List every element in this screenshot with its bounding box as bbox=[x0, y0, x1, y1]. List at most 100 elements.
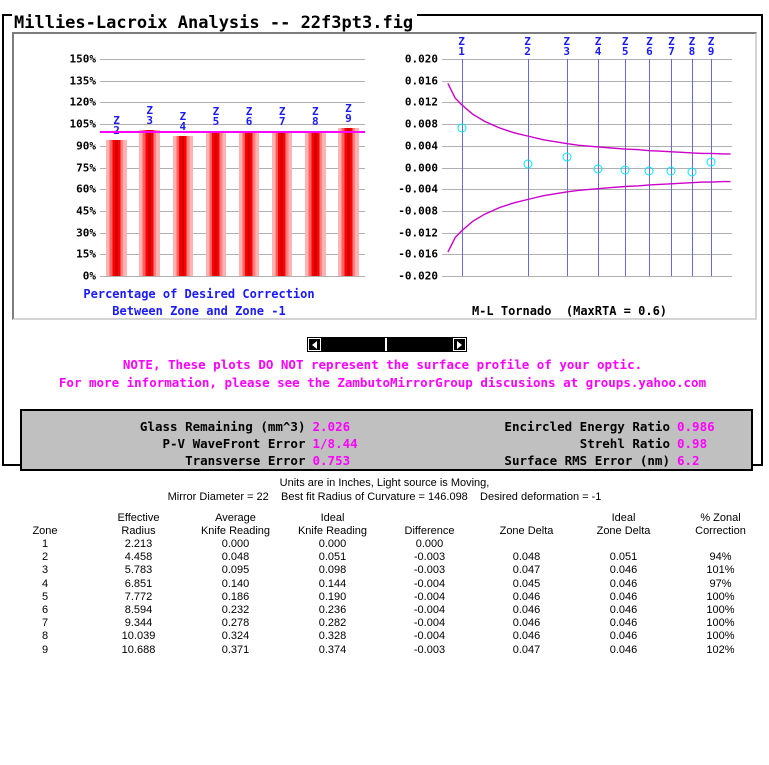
table-cell: 0.045 bbox=[478, 578, 575, 591]
scroll-right-button[interactable] bbox=[453, 338, 466, 351]
right-ytick-label: -0.016 bbox=[386, 248, 438, 261]
right-ytick-label: 0.000 bbox=[386, 161, 438, 174]
bar bbox=[338, 128, 359, 276]
tornado-zone-label: Z 1 bbox=[458, 37, 465, 57]
table-cell: 100% bbox=[672, 630, 769, 643]
bar bbox=[239, 131, 260, 276]
results-column-right: Encircled Energy Ratio0.986Strehl Ratio0… bbox=[387, 411, 752, 469]
scrollbar-trough[interactable] bbox=[321, 338, 453, 351]
table-cell: 8 bbox=[0, 630, 90, 643]
table-cell: 0.048 bbox=[187, 551, 284, 564]
table-cell: 0.046 bbox=[575, 630, 672, 643]
left-ytick-label: 135% bbox=[52, 74, 96, 87]
bar-zone-label: Z 5 bbox=[213, 107, 220, 127]
table-cell: 100% bbox=[672, 591, 769, 604]
result-label: Strehl Ratio bbox=[387, 435, 671, 452]
bar-zone-label: Z 9 bbox=[345, 104, 352, 124]
percentage-correction-chart: 0%15%30%45%60%75%90%105%120%135%150%Z 2Z… bbox=[14, 34, 384, 318]
table-cell: 0.000 bbox=[284, 538, 381, 551]
table-cell: 0.046 bbox=[478, 630, 575, 643]
table-cell: 0.046 bbox=[575, 644, 672, 657]
tornado-zone-label: Z 7 bbox=[668, 37, 675, 57]
note-line-1: NOTE, These plots DO NOT represent the s… bbox=[4, 357, 761, 372]
bar bbox=[272, 131, 293, 276]
table-cell: 7.772 bbox=[90, 591, 187, 604]
table-header-cell: % ZonalCorrection bbox=[672, 512, 769, 538]
table-cell: 0.282 bbox=[284, 617, 381, 630]
table-header-cell: EffectiveRadius bbox=[90, 512, 187, 538]
ml-tornado-chart: 0.0200.0160.0120.0080.0040.000-0.004-0.0… bbox=[384, 34, 755, 318]
left-gridline bbox=[100, 81, 365, 82]
table-cell: 0.046 bbox=[478, 591, 575, 604]
table-cell: 0.046 bbox=[575, 617, 672, 630]
bar bbox=[206, 131, 227, 276]
table-cell: 0.371 bbox=[187, 644, 284, 657]
table-row: 79.3440.2780.282-0.0040.0460.046100% bbox=[0, 617, 769, 630]
table-cell: 100% bbox=[672, 617, 769, 630]
table-cell: 97% bbox=[672, 578, 769, 591]
right-ytick-label: -0.020 bbox=[386, 270, 438, 283]
results-panel: Glass Remaining (mm^3)2.026P-V WaveFront… bbox=[20, 409, 753, 471]
zone-data-marker bbox=[594, 165, 603, 174]
left-ytick-label: 30% bbox=[52, 226, 96, 239]
table-cell: -0.003 bbox=[381, 564, 478, 577]
bar-fill bbox=[305, 131, 326, 276]
table-cell: 0.232 bbox=[187, 604, 284, 617]
left-gridline bbox=[100, 276, 365, 277]
result-value: 0.98 bbox=[670, 435, 751, 452]
table-cell: 100% bbox=[672, 604, 769, 617]
scrollbar-thumb[interactable] bbox=[321, 338, 387, 351]
tornado-zone-label: Z 8 bbox=[689, 37, 696, 57]
left-ytick-label: 0% bbox=[52, 270, 96, 283]
bar-fill bbox=[239, 131, 260, 276]
table-cell: 8.594 bbox=[90, 604, 187, 617]
table-cell: 0.324 bbox=[187, 630, 284, 643]
zone-data-marker bbox=[687, 167, 696, 176]
table-cell: -0.004 bbox=[381, 578, 478, 591]
table-cell: 0.046 bbox=[575, 564, 672, 577]
left-plot-area: 0%15%30%45%60%75%90%105%120%135%150%Z 2Z… bbox=[100, 59, 365, 276]
zone-data-table: ZoneEffectiveRadiusAverageKnife ReadingI… bbox=[0, 512, 769, 657]
result-label: Transverse Error bbox=[22, 452, 306, 469]
scroll-left-button[interactable] bbox=[308, 338, 321, 351]
table-cell: 9.344 bbox=[90, 617, 187, 630]
bar-zone-label: Z 8 bbox=[312, 107, 319, 127]
right-ytick-label: 0.004 bbox=[386, 139, 438, 152]
note-line-2: For more information, please see the Zam… bbox=[4, 375, 761, 390]
table-cell: 0.140 bbox=[187, 578, 284, 591]
table-cell: 102% bbox=[672, 644, 769, 657]
horizontal-scrollbar[interactable] bbox=[307, 337, 467, 352]
tornado-zone-label: Z 9 bbox=[708, 37, 715, 57]
zone-data-marker bbox=[457, 124, 466, 133]
window-title: Millies-Lacroix Analysis -- 22f3pt3.fig bbox=[12, 14, 417, 32]
result-row: Glass Remaining (mm^3)2.026 bbox=[22, 418, 387, 435]
units-info-line-1: Units are in Inches, Light source is Mov… bbox=[0, 477, 769, 489]
table-cell: -0.004 bbox=[381, 630, 478, 643]
right-ytick-label: 0.016 bbox=[386, 74, 438, 87]
result-value: 0.986 bbox=[670, 418, 751, 435]
table-body: 12.2130.0000.0000.00024.4580.0480.051-0.… bbox=[0, 538, 769, 657]
bar-zone-label: Z 3 bbox=[146, 106, 153, 126]
table-cell: 3 bbox=[0, 564, 90, 577]
left-ytick-label: 60% bbox=[52, 183, 96, 196]
result-value: 2.026 bbox=[306, 418, 387, 435]
upper-envelope bbox=[448, 83, 731, 153]
tornado-zone-label: Z 5 bbox=[622, 37, 629, 57]
table-cell: 6.851 bbox=[90, 578, 187, 591]
table-cell: 0.047 bbox=[478, 644, 575, 657]
table-cell: 1 bbox=[0, 538, 90, 551]
table-cell: 7 bbox=[0, 617, 90, 630]
lower-envelope bbox=[448, 182, 731, 253]
table-cell: 6 bbox=[0, 604, 90, 617]
result-row: Transverse Error0.753 bbox=[22, 452, 387, 469]
bar-zone-label: Z 4 bbox=[180, 112, 187, 132]
table-cell: 0.000 bbox=[187, 538, 284, 551]
bar bbox=[139, 130, 160, 276]
table-header-cell: IdealKnife Reading bbox=[284, 512, 381, 538]
left-ytick-label: 150% bbox=[52, 53, 96, 66]
table-cell: -0.004 bbox=[381, 617, 478, 630]
right-chart-caption: M-L Tornado (MaxRTA = 0.6) bbox=[384, 304, 755, 319]
table-header-cell: IdealZone Delta bbox=[575, 512, 672, 538]
results-column-left: Glass Remaining (mm^3)2.026P-V WaveFront… bbox=[22, 411, 387, 469]
result-value: 0.753 bbox=[306, 452, 387, 469]
